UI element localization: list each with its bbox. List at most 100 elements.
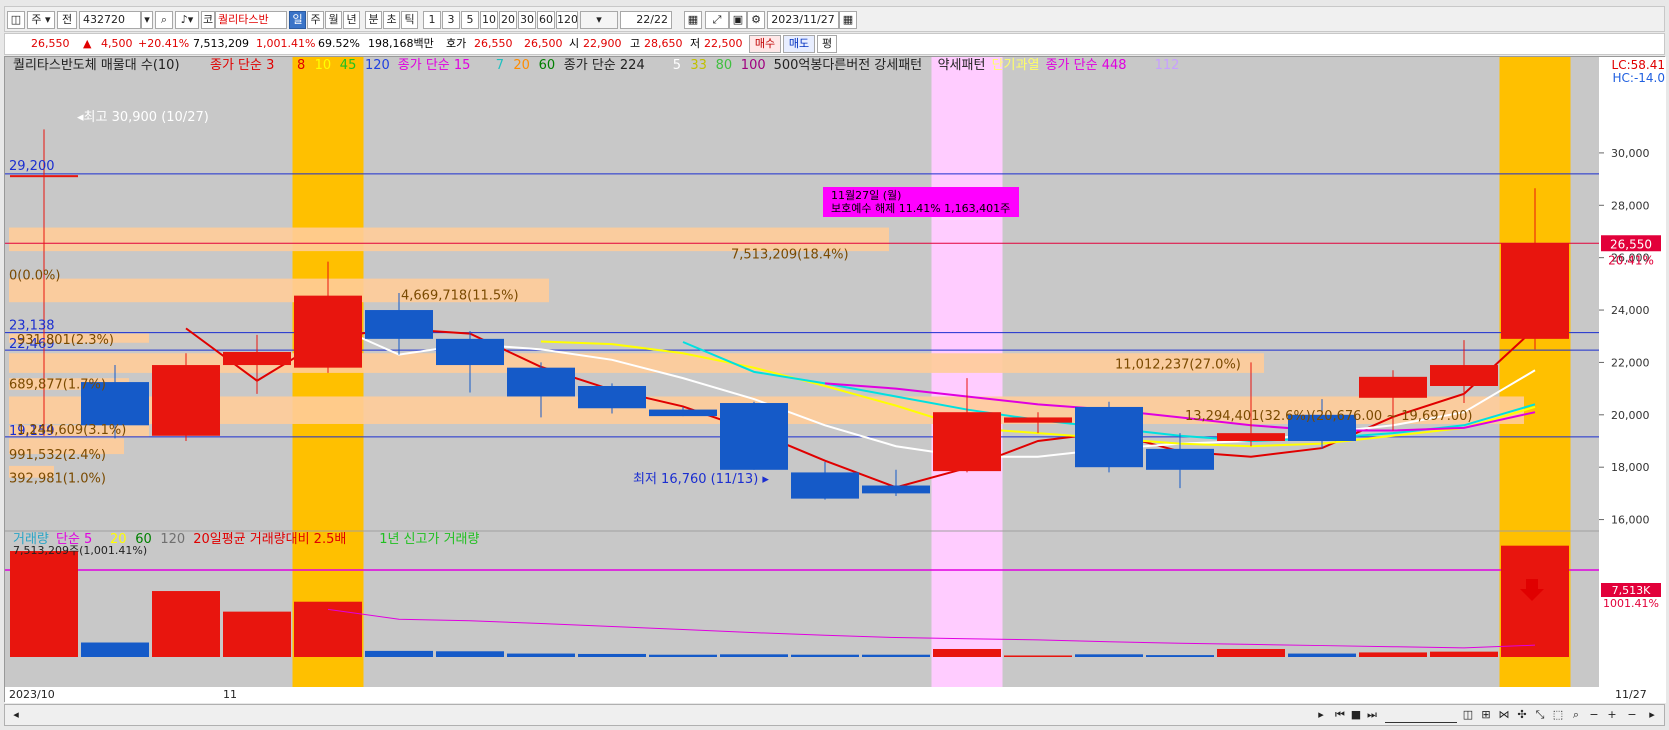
candle-body[interactable] — [10, 175, 78, 178]
gear-icon[interactable]: ⚙ — [747, 11, 765, 29]
legend-item: 10 — [315, 58, 332, 73]
price-tick-label: 22,000 — [1611, 356, 1650, 369]
candle-body[interactable] — [436, 338, 504, 366]
search-icon[interactable]: ⌕ — [155, 11, 173, 29]
candle-body[interactable] — [862, 485, 930, 494]
candle-body[interactable] — [1501, 243, 1569, 339]
volume-bar — [720, 654, 788, 657]
chart-frame: 30,000 28,000 26,000 24,000 22,000 20,000 18,0… — [4, 56, 1666, 703]
sell-button[interactable]: 매도 — [783, 35, 815, 53]
profile-label: 4,669,718(11.5%) — [401, 288, 519, 303]
candle-body[interactable] — [1217, 433, 1285, 441]
interval-1[interactable]: 1 — [423, 11, 441, 29]
volume: 7,513,209 — [193, 37, 249, 50]
tab-day[interactable]: 일 — [289, 11, 306, 29]
legend-item: 20 — [513, 58, 530, 73]
volume-bar — [649, 654, 717, 657]
stop-icon[interactable]: ■ — [1349, 707, 1363, 723]
interval-10[interactable]: 10 — [480, 11, 498, 29]
interval-5[interactable]: 5 — [461, 11, 479, 29]
count-input[interactable]: 22/22 — [620, 11, 672, 29]
high-label: 고 — [630, 37, 641, 50]
date-label: 2023/10 — [9, 688, 55, 701]
candle-body[interactable] — [1004, 417, 1072, 423]
date-input[interactable]: 2023/11/27 — [767, 11, 839, 29]
calendar-icon[interactable]: ▦ — [839, 11, 857, 29]
chart-icon[interactable]: ⊞ — [1479, 707, 1493, 723]
legend-item: 60 — [539, 58, 556, 73]
candle-body[interactable] — [649, 409, 717, 417]
layout-icon[interactable]: ◫ — [1461, 707, 1475, 723]
interval-60[interactable]: 60 — [537, 11, 555, 29]
legend-item: 종가 단순 15 — [398, 58, 471, 73]
candle-body[interactable] — [152, 365, 220, 436]
price-tag: 26,550 — [1610, 237, 1652, 251]
candle-body[interactable] — [1430, 365, 1498, 386]
price-tick-label: 18,000 — [1611, 461, 1650, 474]
save-icon[interactable]: ▣ — [729, 11, 747, 29]
layout-icon[interactable]: ◫ — [7, 11, 25, 29]
speaker-icon[interactable]: ♪▾ — [175, 11, 199, 29]
candle-body[interactable] — [1146, 448, 1214, 470]
scrollbar[interactable]: ◂ ▸ ⏮ ■ ⏭ ◫ ⊞ ⋈ ✣ ⤡ ⬚ ⌕ − + − ▸ — [4, 704, 1665, 726]
candle-body[interactable] — [507, 367, 575, 397]
scroll-right-icon[interactable]: ▸ — [1315, 707, 1327, 723]
candle-body[interactable] — [933, 412, 1001, 472]
first-icon[interactable]: ⏮ — [1333, 707, 1347, 723]
prev-button[interactable]: 전 — [57, 11, 77, 29]
candle-body[interactable] — [1359, 376, 1427, 398]
stock-name[interactable]: 퀄리타스반 — [215, 11, 287, 29]
tab-week[interactable]: 주 — [307, 11, 324, 29]
interval-30[interactable]: 30 — [518, 11, 536, 29]
tab-minute[interactable]: 분 — [365, 11, 382, 29]
cursor-icon[interactable]: ⤡ — [1533, 707, 1547, 723]
period-select[interactable]: 주 ▾ — [27, 11, 55, 29]
price-chart[interactable]: 30,00028,00026,00024,00022,00020,00018,0… — [5, 57, 1666, 703]
legend-item: 500억봉다른버전 강세패턴 — [774, 58, 923, 73]
grid-icon[interactable]: ▦ — [684, 11, 702, 29]
minus-icon[interactable]: − — [1625, 707, 1639, 723]
plus-icon[interactable]: + — [1605, 707, 1619, 723]
code-input[interactable]: 432720 — [79, 11, 141, 29]
profile-label: 689,877(1.7%) — [9, 377, 106, 392]
interval-120[interactable]: 120 — [556, 11, 578, 29]
candle-body[interactable] — [223, 351, 291, 366]
tab-year[interactable]: 년 — [343, 11, 360, 29]
candle-body[interactable] — [1075, 406, 1143, 468]
high-note: ◂최고 30,900 (10/27) — [77, 110, 209, 125]
ask: 26,550 — [474, 37, 513, 50]
chevron-down-icon[interactable]: ▾ — [141, 11, 153, 29]
interval-select[interactable]: ▾ — [580, 11, 618, 29]
avg-button[interactable]: 평 — [817, 35, 837, 53]
candle-body[interactable] — [294, 295, 362, 368]
interval-20[interactable]: 20 — [499, 11, 517, 29]
volume-bar — [791, 654, 859, 657]
pattern-icon[interactable]: ⋈ — [1497, 707, 1511, 723]
candle-body[interactable] — [791, 472, 859, 499]
volume-bar — [294, 601, 362, 657]
zoom-in-icon[interactable]: ⌕ — [1569, 707, 1583, 723]
buy-button[interactable]: 매수 — [749, 35, 781, 53]
zoom-out-icon[interactable]: − — [1587, 707, 1601, 723]
tab-second[interactable]: 초 — [383, 11, 400, 29]
change: 4,500 — [101, 37, 133, 50]
profile-label: 7,513,209(18.4%) — [731, 247, 849, 262]
volume-bar — [223, 611, 291, 657]
candle-body[interactable] — [578, 386, 646, 409]
chart-draw-icon[interactable]: ⤢ — [705, 11, 729, 29]
crosshair-icon[interactable]: ✣ — [1515, 707, 1529, 723]
scroll-left-icon[interactable]: ◂ — [9, 707, 23, 723]
profile-label: 392,981(1.0%) — [9, 472, 106, 487]
profile-label: 0(0.0%) — [9, 268, 60, 283]
zoom-slider[interactable] — [1385, 707, 1457, 723]
candle-body[interactable] — [720, 403, 788, 470]
tab-month[interactable]: 월 — [325, 11, 342, 29]
scroll-right-end-icon[interactable]: ▸ — [1645, 707, 1659, 723]
tab-tick[interactable]: 틱 — [401, 11, 418, 29]
expand-icon[interactable]: ⬚ — [1551, 707, 1565, 723]
up-arrow-icon: ▲ — [83, 37, 92, 50]
legend-item: 약세패턴 — [938, 58, 986, 73]
interval-3[interactable]: 3 — [442, 11, 460, 29]
candle-body[interactable] — [365, 310, 433, 339]
last-icon[interactable]: ⏭ — [1365, 707, 1379, 723]
